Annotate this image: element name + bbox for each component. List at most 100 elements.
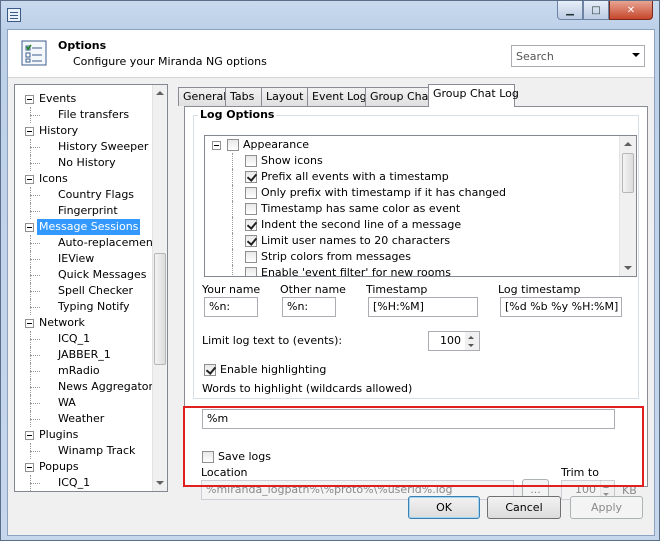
tree-child-item[interactable]: File transfers [15,107,154,123]
log-option-label: Only prefix with timestamp if it has cha… [261,186,507,199]
tree-item-label: mRadio [58,364,100,377]
tree-child-item[interactable]: Quick Messages [15,267,154,283]
collapse-icon[interactable] [25,431,34,440]
tree-category-item[interactable]: Events [15,91,154,107]
tree-child-item[interactable]: Typing Notify [15,299,154,315]
cancel-button[interactable]: Cancel [487,496,561,519]
apply-button[interactable]: Apply [570,496,643,519]
log-option-row[interactable]: Indent the second line of a message [205,217,615,233]
tree-guide-line [232,217,233,233]
minimize-button[interactable]: ▁ [557,1,583,20]
other-name-field[interactable]: %n: [282,297,336,317]
tree-child-item[interactable]: Country Flags [15,187,154,203]
spin-up-icon[interactable] [468,336,474,339]
tab-tabs[interactable]: Tabs [225,87,262,106]
close-button[interactable]: ✕ [609,1,653,20]
spin-down-icon[interactable] [468,344,474,347]
tab-event-log[interactable]: Event Log [307,87,367,106]
tab-group-chat-log[interactable]: Group Chat Log [428,84,519,107]
log-option-row[interactable]: Only prefix with timestamp if it has cha… [205,185,615,201]
ok-button[interactable]: OK [408,496,480,519]
log-option-row[interactable]: Show icons [205,153,615,169]
appearance-group-row[interactable]: Appearance [205,137,605,153]
title-bar[interactable]: ▁ □ ✕ [1,1,659,29]
tree-item-label: History Sweeper Li [58,140,162,153]
limit-log-field[interactable]: 100 [428,331,466,351]
close-icon: ✕ [626,4,636,16]
log-option-checkbox[interactable] [245,235,257,247]
search-combo[interactable]: Search [511,45,645,67]
tree-child-item[interactable]: Winamp Track [15,443,154,459]
tree-vertical-scrollbar[interactable] [152,85,167,491]
collapse-icon[interactable] [212,141,221,150]
log-option-checkbox[interactable] [245,171,257,183]
log-options-tree[interactable]: Appearance Show icons Prefix all events w… [204,135,637,277]
tree-child-item[interactable]: mRadio [15,363,154,379]
tree-category-item[interactable]: Message Sessions [15,219,154,235]
scroll-up-icon[interactable] [156,91,164,95]
collapse-icon[interactable] [25,127,34,136]
tree-guide-line [232,233,233,249]
tree-category-item[interactable]: Icons [15,171,154,187]
tree-child-item[interactable]: IEView [15,251,154,267]
tree-category-item[interactable]: Network [15,315,154,331]
dialog-header: Options Configure your Miranda NG option… [8,30,654,78]
words-highlight-field[interactable]: %m [202,409,615,429]
tree-category-item[interactable]: Popups [15,459,154,475]
options-tree[interactable]: Events File transfers History History Sweep… [14,84,168,492]
scroll-up-icon[interactable] [624,142,632,146]
tree-child-item[interactable]: ICQ_1 [15,475,154,491]
tree-child-item[interactable]: JABBER_1 [15,347,154,363]
log-option-checkbox[interactable] [245,219,257,231]
log-option-row[interactable]: Strip colors from messages [205,249,615,265]
your-name-field[interactable]: %n: [204,297,258,317]
tree-category-item[interactable]: History [15,123,154,139]
tab-layout[interactable]: Layout [261,87,308,106]
collapse-icon[interactable] [25,223,34,232]
log-option-row[interactable]: Prefix all events with a timestamp [205,169,615,185]
log-option-row[interactable]: Timestamp has same color as event [205,201,615,217]
scroll-thumb[interactable] [622,153,634,193]
enable-highlighting-check[interactable] [204,364,216,376]
tree-child-item[interactable]: News Aggregator [15,379,154,395]
log-option-checkbox[interactable] [245,267,257,276]
chevron-down-icon[interactable] [632,53,640,57]
tab-group-chat[interactable]: Group Chat [365,87,433,106]
log-option-label: Indent the second line of a message [261,218,462,231]
tree-child-item[interactable]: Weather [15,411,154,427]
tree-child-item[interactable]: Fingerprint [15,203,154,219]
tree-child-item[interactable]: ICQ_1 [15,331,154,347]
tree-item-label: Events [39,92,77,105]
tab-general[interactable]: General [178,87,226,106]
log-option-checkbox[interactable] [245,187,257,199]
collapse-icon[interactable] [25,175,34,184]
tree-child-item[interactable]: History Sweeper Li [15,139,161,155]
log-option-label: Limit user names to 20 characters [261,234,451,247]
log-option-checkbox[interactable] [245,251,257,263]
scroll-thumb[interactable] [154,253,166,365]
tree-category-item[interactable]: Plugins [15,427,154,443]
tree-child-item[interactable]: No History [15,155,154,171]
log-option-row[interactable]: Enable 'event filter' for new rooms [205,265,615,276]
log-timestamp-label: Log timestamp [498,283,581,296]
tree-child-item[interactable]: Auto-replacements [15,235,163,251]
tree-child-item[interactable]: WA [15,395,154,411]
timestamp-field[interactable]: [%H:%M] [368,297,478,317]
scroll-down-icon[interactable] [624,266,632,270]
spin-up-icon[interactable] [603,485,609,488]
collapse-icon[interactable] [25,463,34,472]
log-option-row[interactable]: Limit user names to 20 characters [205,233,615,249]
maximize-button[interactable]: □ [583,1,609,20]
scroll-down-icon[interactable] [156,481,164,485]
log-option-checkbox[interactable] [245,203,257,215]
collapse-icon[interactable] [25,319,34,328]
log-options-scrollbar[interactable] [619,136,636,276]
limit-log-spinner[interactable] [465,331,480,351]
log-option-checkbox[interactable] [245,155,257,167]
log-timestamp-field[interactable]: [%d %b %y %H:%M] [500,297,622,317]
appearance-checkbox[interactable] [227,139,239,151]
log-option-label: Strip colors from messages [261,250,411,263]
save-logs-check[interactable] [202,451,214,463]
tree-child-item[interactable]: Spell Checker [15,283,154,299]
collapse-icon[interactable] [25,95,34,104]
